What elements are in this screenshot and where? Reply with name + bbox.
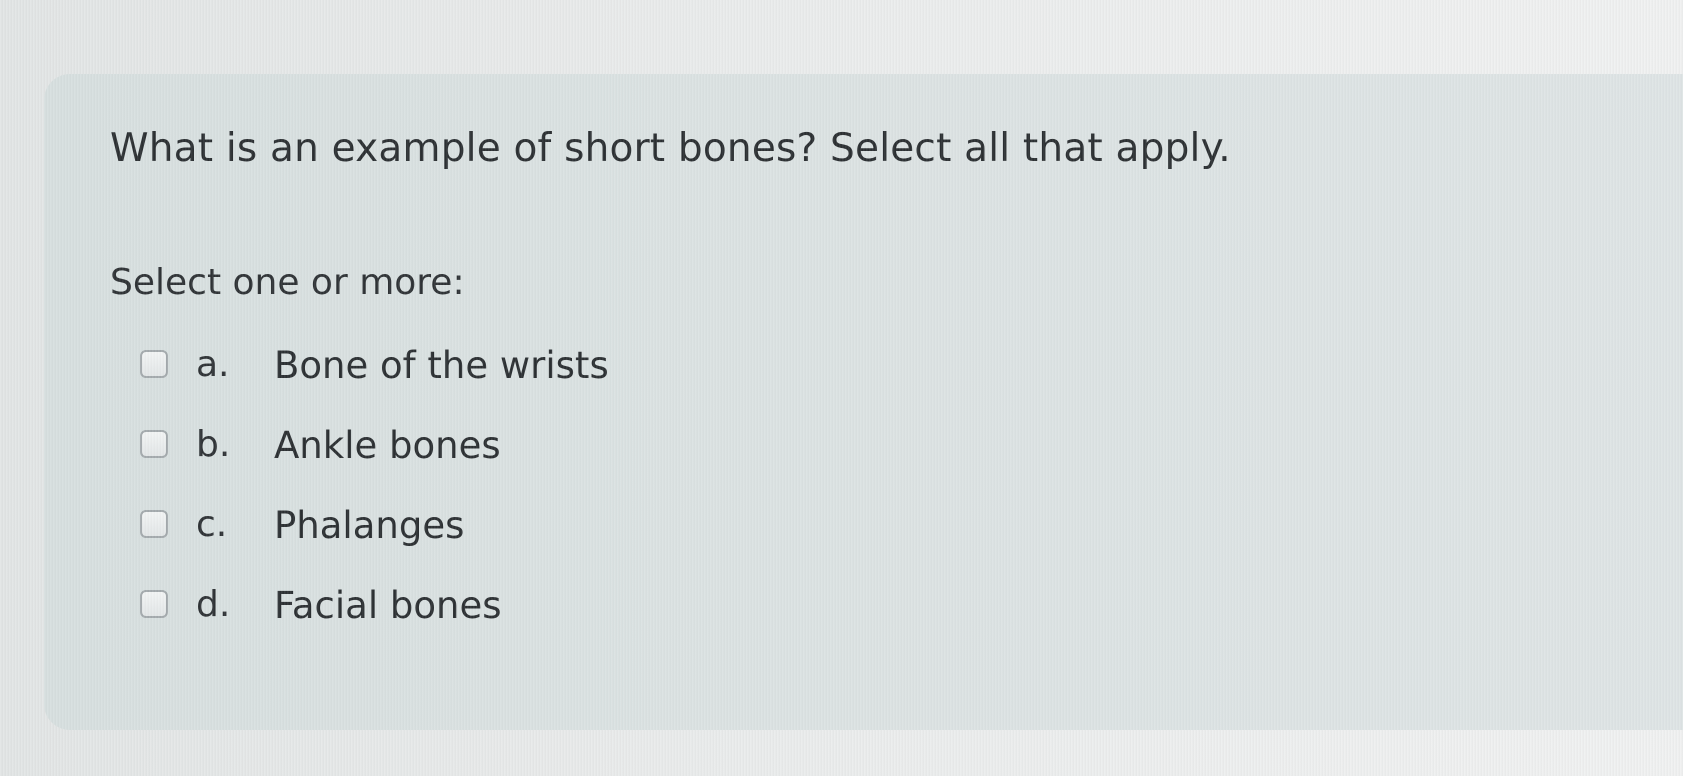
checkbox-d[interactable] — [140, 590, 168, 618]
checkbox-c[interactable] — [140, 510, 168, 538]
checkbox-a[interactable] — [140, 350, 168, 378]
option-letter: a. — [196, 344, 230, 385]
option-label[interactable]: Facial bones — [274, 584, 502, 627]
option-letter: c. — [196, 504, 228, 545]
option-letter: b. — [196, 424, 231, 465]
select-prompt: Select one or more: — [110, 262, 465, 303]
option-letter: d. — [196, 584, 231, 625]
question-text: What is an example of short bones? Selec… — [110, 126, 1231, 171]
question-card: What is an example of short bones? Selec… — [44, 74, 1683, 730]
option-label[interactable]: Phalanges — [274, 504, 464, 547]
option-label[interactable]: Ankle bones — [274, 424, 501, 467]
option-label[interactable]: Bone of the wrists — [274, 344, 609, 387]
checkbox-b[interactable] — [140, 430, 168, 458]
